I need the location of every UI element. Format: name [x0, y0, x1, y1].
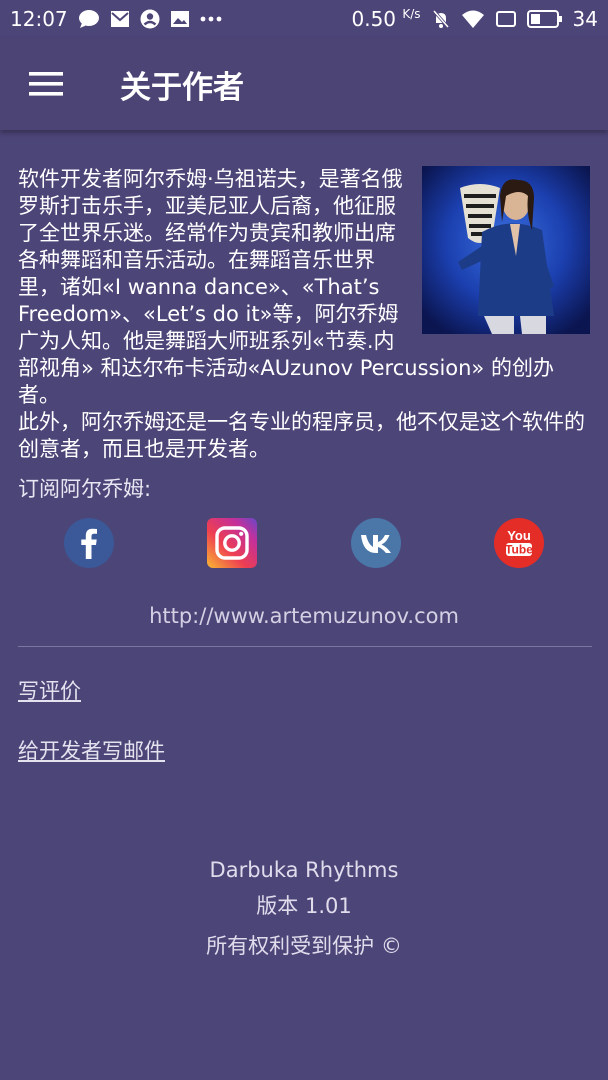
battery-percent: 34: [572, 7, 598, 31]
facebook-icon[interactable]: [64, 518, 114, 568]
author-photo: [422, 166, 590, 334]
social-links: You Tube: [18, 518, 590, 568]
app-name: Darbuka Rhythms: [209, 858, 399, 882]
app-version: 版本 1.01: [256, 894, 352, 918]
screen-icon: [495, 10, 517, 28]
website-link[interactable]: http://www.artemuzunov.com: [18, 604, 590, 628]
bio-paragraph-2: 此外，阿尔乔姆还是一名专业的程序员，他不仅是这个软件的创意者，而且也是开发者。: [18, 410, 585, 461]
hamburger-menu-icon[interactable]: [14, 52, 78, 116]
image-icon: [170, 10, 190, 28]
mail-icon: [110, 10, 130, 28]
page-title: 关于作者: [120, 69, 244, 106]
status-bar: 12:07 0.50 K/s 34: [0, 0, 608, 38]
battery-icon: [526, 10, 563, 28]
email-developer-link[interactable]: 给开发者写邮件: [18, 735, 590, 765]
mute-icon: [431, 9, 451, 29]
youtube-icon[interactable]: You Tube: [493, 518, 544, 568]
about-content: 软件开发者阿尔乔姆·乌祖诺夫，是著名俄罗斯打击乐手，亚美尼亚人后裔，他征服了全世…: [18, 166, 592, 765]
app-toolbar: 关于作者: [0, 38, 608, 130]
divider: [18, 646, 592, 647]
chat-bubble-icon: [78, 9, 100, 29]
more-icon: [200, 16, 222, 22]
status-time: 12:07: [10, 7, 68, 31]
write-review-link[interactable]: 写评价: [18, 675, 590, 705]
copyright-text: 所有权利受到保护 ©: [206, 934, 402, 958]
instagram-icon[interactable]: [207, 518, 258, 568]
status-left: 12:07: [10, 7, 222, 31]
subscribe-label: 订阅阿尔乔姆:: [18, 477, 152, 501]
speed-unit: K/s: [402, 7, 421, 21]
vk-icon[interactable]: [350, 518, 401, 568]
youtube-you-text: You: [507, 528, 531, 543]
status-right: 0.50 K/s 34: [351, 7, 598, 31]
wifi-icon: [461, 9, 485, 29]
speed-value: 0.50: [351, 7, 397, 31]
youtube-tube-text: Tube: [505, 543, 533, 557]
account-icon: [140, 9, 160, 29]
network-speed: 0.50 K/s: [351, 7, 420, 31]
